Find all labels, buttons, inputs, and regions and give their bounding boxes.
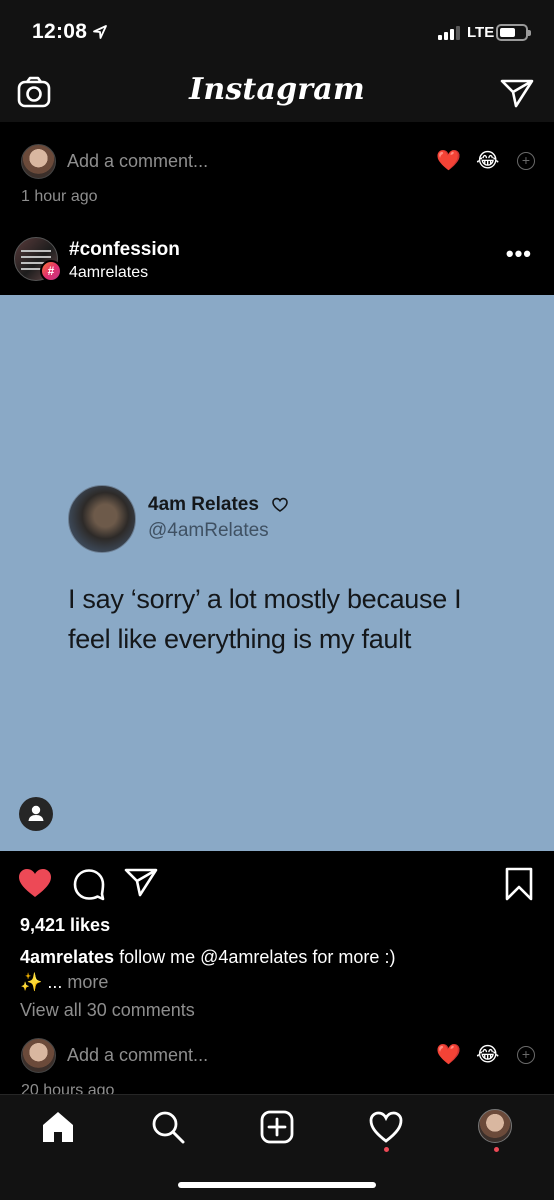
person-icon bbox=[28, 805, 44, 821]
status-bar: 12:08 LTE bbox=[0, 0, 554, 64]
caption-line-2: ✨ ... bbox=[20, 972, 63, 992]
tagged-users-button[interactable] bbox=[19, 797, 53, 831]
location-arrow-icon bbox=[93, 25, 107, 39]
heart-reaction-emoji[interactable]: ❤️ bbox=[436, 148, 461, 173]
my-avatar bbox=[21, 144, 56, 179]
activity-tab[interactable] bbox=[368, 1109, 404, 1152]
laugh-reaction-emoji[interactable]: 😂 bbox=[476, 1042, 499, 1067]
add-reaction-icon[interactable]: + bbox=[517, 1046, 535, 1064]
likes-count[interactable]: 9,421 likes bbox=[20, 915, 110, 936]
feed[interactable]: Add a comment... ❤️ 😂 + 1 hour ago # #co… bbox=[0, 122, 554, 1094]
post-comment-row[interactable]: Add a comment... ❤️ 😂 + bbox=[0, 1032, 554, 1076]
add-comment-input[interactable]: Add a comment... bbox=[67, 151, 208, 172]
instagram-logo: Instagram bbox=[189, 72, 365, 107]
tweet-avatar bbox=[68, 485, 136, 553]
heart-reaction-emoji[interactable]: ❤️ bbox=[436, 1042, 461, 1067]
signal-strength-icon bbox=[438, 26, 460, 40]
new-post-icon[interactable] bbox=[259, 1109, 295, 1145]
previous-post-comment-row[interactable]: Add a comment... ❤️ 😂 + bbox=[0, 138, 554, 182]
save-bookmark-icon[interactable] bbox=[504, 867, 534, 901]
post-username[interactable]: 4amrelates bbox=[69, 264, 148, 282]
hashtag-badge-icon: # bbox=[40, 260, 62, 282]
caption-username[interactable]: 4amrelates bbox=[20, 947, 114, 967]
post-hashtag-title[interactable]: #confession bbox=[69, 239, 180, 261]
comment-icon[interactable] bbox=[72, 867, 106, 901]
tweet-display-name: 4am Relates bbox=[148, 494, 259, 515]
more-options-icon[interactable]: ••• bbox=[506, 241, 532, 267]
profile-avatar bbox=[478, 1109, 512, 1143]
add-reaction-icon[interactable]: + bbox=[517, 152, 535, 170]
my-avatar bbox=[21, 1038, 56, 1073]
status-time: 12:08 bbox=[32, 20, 88, 43]
notification-dot bbox=[494, 1147, 499, 1152]
top-nav-bar: Instagram bbox=[0, 64, 554, 122]
caption-text: follow me @4amrelates for more :) bbox=[114, 947, 396, 967]
heart-outline-icon bbox=[272, 497, 288, 512]
search-icon[interactable] bbox=[150, 1109, 186, 1145]
laugh-reaction-emoji[interactable]: 😂 bbox=[476, 148, 499, 173]
home-icon[interactable] bbox=[40, 1109, 76, 1145]
post-timestamp: 20 hours ago bbox=[21, 1082, 115, 1094]
profile-tab[interactable] bbox=[478, 1109, 514, 1152]
network-type: LTE bbox=[467, 24, 495, 41]
home-indicator[interactable] bbox=[178, 1182, 376, 1188]
share-icon[interactable] bbox=[124, 867, 158, 897]
add-comment-input[interactable]: Add a comment... bbox=[67, 1045, 208, 1066]
bottom-tab-bar bbox=[0, 1094, 554, 1200]
previous-post-timestamp: 1 hour ago bbox=[21, 188, 98, 205]
post-image[interactable]: 4am Relates @4amRelates I say ‘sorry’ a … bbox=[0, 295, 554, 851]
activity-heart-icon bbox=[369, 1111, 403, 1143]
post-actions bbox=[0, 857, 554, 907]
tweet-handle: @4amRelates bbox=[148, 520, 269, 541]
post-caption: 4amrelates follow me @4amrelates for mor… bbox=[20, 945, 530, 995]
tweet-text: I say ‘sorry’ a lot mostly because I fee… bbox=[68, 584, 462, 654]
direct-message-icon[interactable] bbox=[500, 78, 534, 108]
post-header: # #confession 4amrelates ••• bbox=[0, 227, 554, 287]
caption-more-link[interactable]: more bbox=[62, 972, 108, 992]
notification-dot bbox=[384, 1147, 389, 1152]
battery-icon bbox=[496, 24, 531, 41]
view-all-comments-link[interactable]: View all 30 comments bbox=[20, 1000, 195, 1021]
like-heart-filled-icon[interactable] bbox=[17, 867, 53, 899]
